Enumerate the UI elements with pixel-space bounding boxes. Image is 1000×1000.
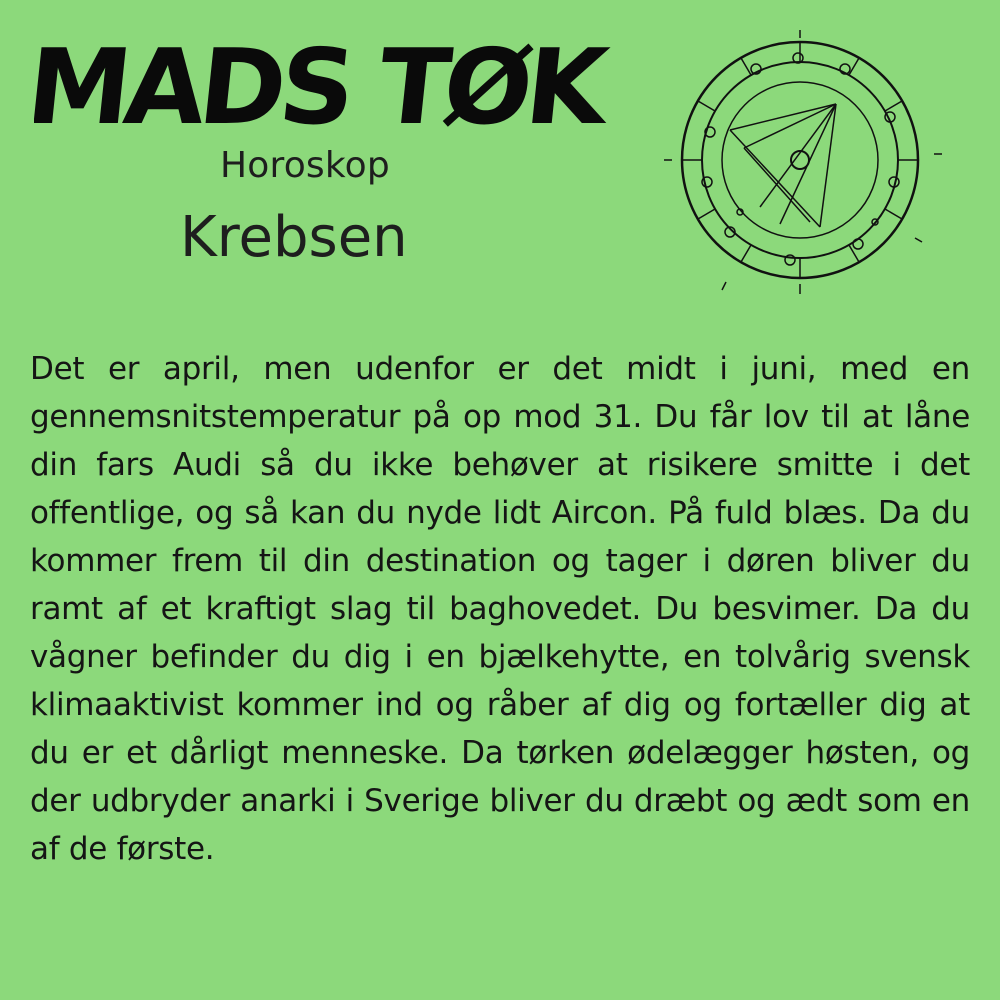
page-subtitle: Horoskop [220, 145, 390, 186]
horoscope-text: Det er april, men udenfor er det midt i … [30, 351, 970, 867]
zodiac-sign-title: Krebsen [180, 205, 408, 270]
logo-text: MADS TØK [34, 28, 617, 148]
astrology-chart-wheel-icon [660, 22, 950, 302]
logo-graphic: MADS TØK [21, 26, 617, 148]
mads-tok-logo: MADS TØK [21, 26, 634, 148]
